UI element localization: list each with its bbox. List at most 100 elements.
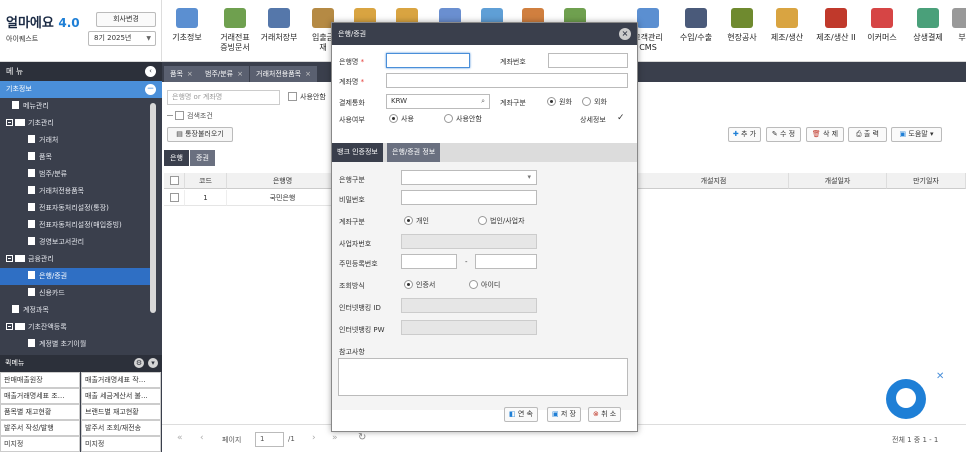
minus-icon[interactable] [6, 255, 13, 262]
radio-id[interactable]: 아이디 [469, 280, 500, 290]
radio-fx[interactable]: 외화 [582, 97, 607, 107]
column-header-maturity[interactable]: 만기일자 [887, 173, 966, 189]
top-menu-item[interactable]: 현장공사 [722, 0, 762, 62]
sidebar-item[interactable]: 계정과목 [0, 302, 150, 319]
first-page-icon[interactable]: « [177, 433, 183, 443]
chatbot-button[interactable] [886, 379, 926, 419]
print-button[interactable]: ⎙ 출 력 [848, 127, 887, 142]
checkbox[interactable] [288, 92, 297, 101]
top-menu-item[interactable]: 거래전표 증빙문서 [214, 0, 256, 62]
quick-menu-item[interactable]: 미지정 [81, 436, 161, 452]
save-button[interactable]: ▣ 저 장 [547, 407, 581, 422]
collapse-icon[interactable]: ‹ [145, 66, 156, 77]
ib-id-input[interactable] [401, 298, 537, 313]
close-icon[interactable]: × [187, 70, 193, 78]
cell-bank[interactable]: 국민은행 [227, 190, 339, 206]
radio-button[interactable] [478, 216, 487, 225]
radio-button[interactable] [444, 114, 453, 123]
password-input[interactable] [401, 190, 537, 205]
column-header-code[interactable]: 코드 [185, 173, 227, 189]
period-select[interactable]: 8기 2025년 ▼ [88, 31, 156, 46]
quick-menu-item[interactable]: 발주서 작성/발행 [0, 420, 80, 436]
column-header-branch[interactable]: 개설지점 [639, 173, 789, 189]
search-condition[interactable]: 검색조건 [167, 111, 213, 121]
column-header-open-date[interactable]: 개설일자 [789, 173, 887, 189]
add-button[interactable]: ✚ 추 가 [728, 127, 761, 142]
sidebar-item[interactable]: 신용카드 [0, 285, 150, 302]
continuous-button[interactable]: ◧ 연 속 [504, 407, 538, 422]
collapse-icon[interactable]: − [145, 84, 156, 95]
top-menu-item[interactable]: 제조/생산 [764, 0, 810, 62]
radio-krw[interactable]: 원화 [547, 97, 572, 107]
top-menu-item[interactable]: 부 [952, 0, 966, 62]
sidebar-item[interactable]: 경영보고서관리 [0, 234, 150, 251]
checkbox[interactable] [169, 193, 179, 202]
search-input[interactable]: 은행명 or 계좌명 [167, 90, 280, 105]
refresh-icon[interactable]: ↻ [358, 432, 366, 443]
quick-menu-item[interactable]: 매출 세금계산서 불... [81, 388, 161, 404]
app-logo[interactable]: 얼마에요 4.0 [6, 12, 80, 31]
radio-use[interactable]: 사용 [389, 114, 414, 124]
radio-button[interactable] [547, 97, 556, 106]
ib-pw-input[interactable] [401, 320, 537, 335]
quick-menu-item[interactable]: 판매매출원장 [0, 372, 80, 388]
radio-button[interactable] [582, 97, 591, 106]
bank-name-input[interactable] [386, 53, 470, 68]
column-header-bank[interactable]: 은행명 [227, 173, 339, 189]
radio-corporate[interactable]: 법인/사업자 [478, 216, 525, 226]
sidebar-item[interactable]: 기초잔액등록 [0, 319, 150, 336]
radio-cert[interactable]: 인증서 [404, 280, 435, 290]
sidebar-item[interactable]: 거래처전용품목 [0, 183, 150, 200]
cancel-button[interactable]: ⊗ 취 소 [588, 407, 622, 422]
edit-button[interactable]: ✎ 수 정 [766, 127, 801, 142]
chevron-down-icon[interactable]: ▾ [148, 358, 158, 368]
checkbox[interactable] [169, 176, 179, 185]
quick-menu-item[interactable]: 발주서 조회/재전송 [81, 420, 161, 436]
gear-icon[interactable]: ⚙ [134, 358, 144, 368]
subtab-bank[interactable]: 은행 [164, 150, 189, 166]
resident-number-back[interactable] [475, 254, 537, 269]
select-all-header[interactable] [164, 173, 185, 189]
radio-button[interactable] [404, 216, 413, 225]
quick-menu-item[interactable]: 품목별 재고현황 [0, 404, 80, 420]
quick-menu-item[interactable]: 미지정 [0, 436, 80, 452]
top-menu-item[interactable]: 상생결제 [905, 0, 951, 62]
resident-number-front[interactable] [401, 254, 457, 269]
tab-item[interactable]: 거래처전용품목 × [250, 66, 317, 82]
top-menu-item[interactable]: 거래처장부 [256, 0, 302, 62]
close-icon[interactable]: × [305, 70, 311, 78]
tab-item[interactable]: 범주/분류 × [199, 66, 249, 82]
biz-number-input[interactable] [401, 234, 537, 249]
quick-menu-item[interactable]: 매출거래명세표 작... [81, 372, 161, 388]
minus-icon[interactable] [6, 323, 13, 330]
check-icon[interactable]: ✓ [617, 113, 625, 123]
radio-personal[interactable]: 개인 [404, 216, 429, 226]
sidebar-item[interactable]: 계정별 초기이월 [0, 336, 150, 353]
sidebar-item[interactable]: 금융관리 [0, 251, 150, 268]
prev-page-icon[interactable]: ‹ [200, 433, 204, 443]
sidebar-item[interactable]: 품목 [0, 149, 150, 166]
quick-menu-item[interactable]: 브랜드별 재고현황 [81, 404, 161, 420]
sidebar-item[interactable]: 전표자동처리설정(매입증빙) [0, 217, 150, 234]
sidebar-scrollbar[interactable] [150, 103, 156, 313]
tab-item[interactable]: 품목 × [164, 66, 199, 82]
sidebar-item[interactable]: 기초관리 [0, 115, 150, 132]
fetch-accounts-button[interactable]: ▤ 통장불러오기 [167, 127, 233, 142]
close-icon[interactable]: × [619, 28, 631, 40]
sidebar-item[interactable]: 거래처 [0, 132, 150, 149]
minus-icon[interactable] [6, 119, 13, 126]
use-only-checkbox[interactable]: 사용안함 [288, 92, 326, 102]
quick-menu-item[interactable]: 매출거래명세표 조... [0, 388, 80, 404]
sidebar-item[interactable]: − 기초정보 [0, 81, 162, 98]
close-icon[interactable]: × [237, 70, 243, 78]
currency-input[interactable]: KRW ⌕ [386, 94, 490, 109]
subtab-securities[interactable]: 증권 [190, 150, 215, 166]
top-menu-item[interactable]: 기초정보 [166, 0, 208, 62]
page-input[interactable]: 1 [255, 432, 284, 447]
top-menu-item[interactable]: 수입/수출 [673, 0, 719, 62]
tab-bank-auth[interactable]: 뱅크 인증정보 [332, 143, 383, 162]
sidebar-item[interactable]: 메뉴관리 [0, 98, 150, 115]
note-textarea[interactable] [338, 358, 628, 396]
change-company-button[interactable]: 회사변경 [96, 12, 156, 27]
account-name-input[interactable] [386, 73, 628, 88]
